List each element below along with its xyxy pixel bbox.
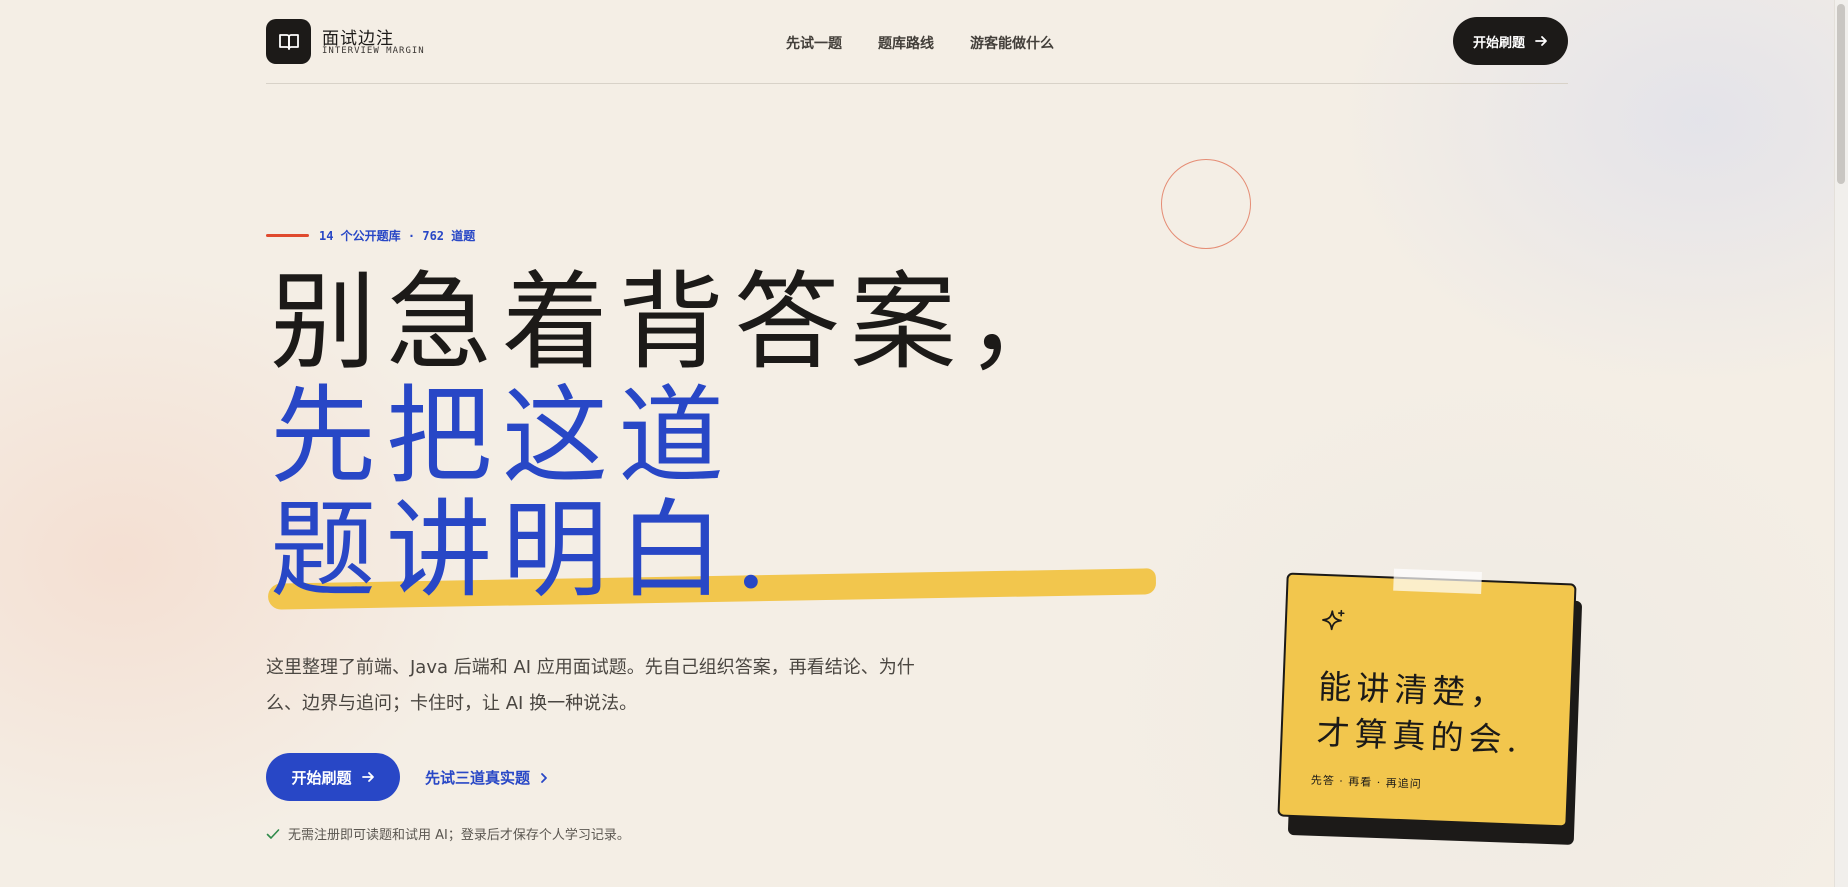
headline-line-3: 题讲明白. (270, 489, 778, 612)
arrow-right-icon (361, 772, 374, 782)
decorative-circle (1161, 159, 1251, 249)
nav-item-try-one[interactable]: 先试一题 (786, 33, 842, 53)
try-three-questions-label: 先试三道真实题 (425, 770, 531, 787)
question-bank-stats: 14 个公开题库 · 762 道题 (319, 229, 476, 243)
chevron-right-icon (541, 772, 547, 783)
sticky-note-card: 能讲清楚， 才算真的会. 先答 · 再看 · 再追问 (1277, 568, 1583, 845)
nav-item-roadmap[interactable]: 题库路线 (878, 33, 934, 53)
eyebrow-accent-line (266, 234, 309, 237)
brand-logo[interactable] (266, 19, 311, 64)
card-body: 能讲清楚， 才算真的会. 先答 · 再看 · 再追问 (1277, 568, 1577, 828)
arrow-right-icon (1535, 36, 1547, 46)
scrollbar-thumb[interactable] (1837, 4, 1845, 184)
headline-line-2: 先把这道 (270, 375, 734, 498)
guest-note-text: 无需注册即可读题和试用 AI；登录后才保存个人学习记录。 (288, 828, 630, 843)
hero-eyebrow: 14 个公开题库 · 762 道题 (266, 227, 475, 244)
card-tape (1393, 568, 1482, 594)
nav-item-guest-features[interactable]: 游客能做什么 (970, 33, 1054, 53)
card-title-line-2: 才算真的会. (1315, 712, 1523, 760)
hero-headline: 别急着背答案， 先把这道 题讲明白. (270, 266, 1082, 608)
page-scrollbar[interactable] (1834, 0, 1848, 887)
card-meta: 先答 · 再看 · 再追问 (1310, 773, 1422, 791)
open-book-icon (278, 33, 299, 50)
header-start-label: 开始刷题 (1472, 34, 1525, 50)
start-practice-label: 开始刷题 (291, 769, 352, 787)
guest-note: 无需注册即可读题和试用 AI；登录后才保存个人学习记录。 (266, 824, 630, 843)
check-icon (266, 828, 280, 839)
card-title-line-1: 能讲清楚， (1317, 666, 1510, 714)
header-start-button[interactable]: 开始刷题 (1453, 17, 1568, 65)
start-practice-button[interactable]: 开始刷题 (266, 753, 400, 801)
hero-description: 这里整理了前端、Java 后端和 AI 应用面试题。先自己组织答案，再看结论、为… (266, 657, 915, 714)
card-title: 能讲清楚， 才算真的会. (1316, 664, 1525, 764)
sparkle-icon (1322, 609, 1345, 631)
main-nav: 先试一题 题库路线 游客能做什么 (786, 33, 1054, 53)
site-header: 面试边注 INTERVIEW MARGIN 先试一题 题库路线 游客能做什么 开… (266, 0, 1568, 84)
brand-subtitle: INTERVIEW MARGIN (322, 46, 425, 56)
headline-line-1: 别急着背答案， (270, 261, 1082, 384)
try-three-questions-link[interactable]: 先试三道真实题 (425, 767, 548, 788)
